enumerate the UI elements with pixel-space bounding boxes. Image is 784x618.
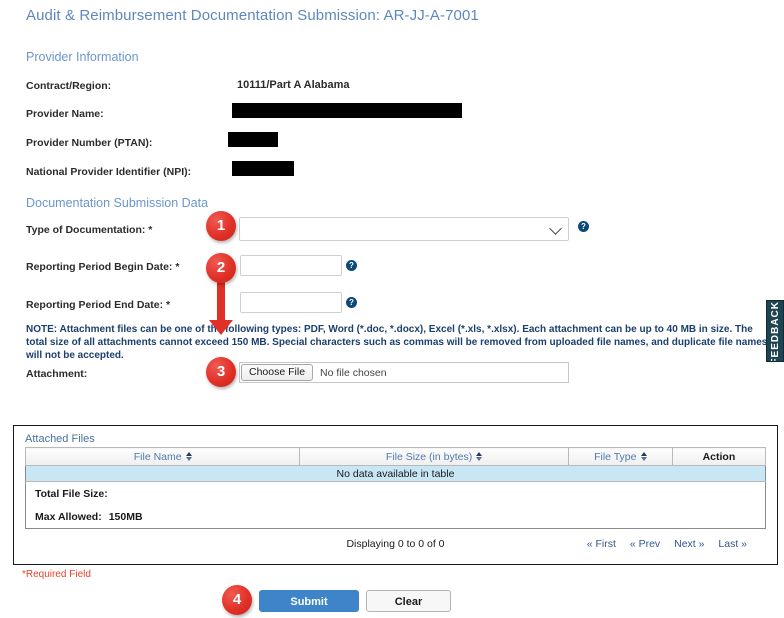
- attachment-file-input[interactable]: Choose File No file chosen: [239, 362, 569, 383]
- label-contract-region: Contract/Region:: [26, 80, 112, 92]
- paging-links: « First « Prev Next » Last »: [576, 538, 747, 550]
- column-header-file-name[interactable]: File Name: [24, 447, 301, 466]
- help-icon-end-date[interactable]: ?: [346, 297, 357, 308]
- annotation-arrow-head: [209, 320, 233, 335]
- paging-link-first[interactable]: « First: [587, 538, 616, 550]
- page-title: Audit & Reimbursement Documentation Subm…: [26, 7, 479, 24]
- table-empty-row: No data available in table: [25, 465, 766, 482]
- required-field-note: *Required Field: [22, 569, 91, 580]
- label-type-of-documentation-text: Type of Documentation:: [26, 224, 146, 236]
- max-allowed-cell: Max Allowed: 150MB: [25, 505, 766, 529]
- paging-link-next[interactable]: Next »: [674, 538, 704, 550]
- sort-icon-file-type[interactable]: [640, 452, 647, 461]
- feedback-tab-label: FEEDBACK: [770, 301, 781, 362]
- type-of-documentation-select[interactable]: [239, 217, 569, 241]
- total-file-size-row: Total File Size:: [25, 481, 766, 505]
- max-allowed-row: Max Allowed: 150MB: [25, 505, 766, 529]
- label-type-of-documentation: Type of Documentation: *: [26, 224, 152, 236]
- chosen-file-status: No file chosen: [320, 366, 387, 379]
- page-root: Audit & Reimbursement Documentation Subm…: [0, 0, 784, 618]
- reporting-period-end-date-input[interactable]: [240, 292, 342, 313]
- column-header-file-type[interactable]: File Type: [567, 447, 673, 466]
- label-provider-number-ptan: Provider Number (PTAN):: [26, 137, 153, 149]
- submit-button[interactable]: Submit: [259, 590, 359, 612]
- required-asterisk-begin-date: *: [172, 261, 180, 273]
- label-reporting-period-end-date-text: Reporting Period End Date:: [26, 299, 164, 311]
- label-reporting-period-begin-date: Reporting Period Begin Date: *: [26, 261, 179, 273]
- feedback-tab[interactable]: FEEDBACK: [766, 300, 784, 362]
- redacted-national-provider-identifier: [232, 161, 294, 176]
- label-provider-name: Provider Name:: [26, 108, 104, 120]
- total-file-size-cell: Total File Size:: [25, 481, 766, 505]
- column-header-file-name-label: File Name: [133, 450, 182, 463]
- total-file-size-label: Total File Size:: [35, 487, 108, 500]
- value-contract-region: 10111/Part A Alabama: [237, 79, 350, 91]
- attached-files-table: File Name File Size (in bytes) File Type: [24, 447, 767, 529]
- annotation-badge-2: 2: [206, 253, 236, 283]
- column-header-file-type-label: File Type: [594, 450, 637, 463]
- annotation-badge-4: 4: [222, 585, 252, 615]
- attached-files-panel-title: Attached Files: [25, 433, 95, 445]
- choose-file-button[interactable]: Choose File: [241, 364, 314, 381]
- max-allowed-label: Max Allowed:: [35, 510, 102, 523]
- annotation-badge-1: 1: [206, 211, 236, 241]
- annotation-badge-3: 3: [206, 357, 236, 387]
- label-attachment: Attachment:: [26, 368, 88, 380]
- label-reporting-period-begin-date-text: Reporting Period Begin Date:: [26, 261, 173, 273]
- section-heading-documentation-submission-data: Documentation Submission Data: [26, 196, 209, 210]
- section-heading-provider-information: Provider Information: [26, 50, 139, 64]
- redacted-provider-name: [232, 103, 462, 118]
- help-icon-begin-date[interactable]: ?: [346, 260, 357, 271]
- max-allowed-value: 150MB: [108, 510, 143, 523]
- reporting-period-begin-date-input[interactable]: [240, 255, 342, 276]
- table-header-row: File Name File Size (in bytes) File Type: [24, 447, 767, 466]
- required-asterisk-type-of-documentation: *: [145, 224, 153, 236]
- total-file-size-value: [108, 488, 115, 500]
- column-header-file-size-label: File Size (in bytes): [385, 450, 473, 463]
- label-reporting-period-end-date: Reporting Period End Date: *: [26, 299, 170, 311]
- paging-link-prev[interactable]: « Prev: [630, 538, 660, 550]
- paging-link-last[interactable]: Last »: [718, 538, 747, 550]
- column-header-action: Action: [671, 447, 767, 466]
- redacted-provider-number-ptan: [228, 132, 278, 147]
- column-header-file-size[interactable]: File Size (in bytes): [299, 447, 569, 466]
- type-of-documentation-select-wrap: [239, 217, 569, 241]
- sort-icon-file-size[interactable]: [476, 452, 483, 461]
- attached-files-panel: Attached Files File Name File Size (in b…: [13, 425, 778, 565]
- sort-icon-file-name[interactable]: [185, 452, 192, 461]
- attachment-note-text: NOTE: Attachment files can be one of the…: [26, 324, 768, 361]
- label-national-provider-identifier: National Provider Identifier (NPI):: [26, 166, 192, 178]
- table-empty-message: No data available in table: [25, 465, 766, 482]
- help-icon-type-of-documentation[interactable]: ?: [578, 221, 589, 232]
- required-asterisk-end-date: *: [163, 299, 171, 311]
- clear-button[interactable]: Clear: [366, 590, 451, 612]
